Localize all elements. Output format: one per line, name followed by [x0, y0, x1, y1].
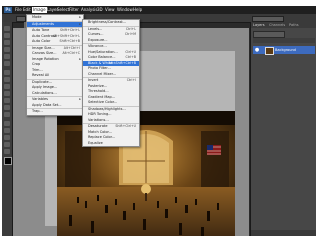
move-tool-icon[interactable] [4, 26, 10, 31]
image-menu: Mode ▸ Adjustments ▸ Auto Tone Shift+Ctrl+L Au… [26, 14, 84, 116]
marquee-tool-icon[interactable] [4, 33, 10, 38]
eraser-tool-icon[interactable] [4, 98, 10, 103]
lock-options [253, 38, 315, 43]
tab-channels[interactable]: Channels [269, 22, 285, 28]
layers-panel-footer [251, 230, 316, 236]
image-menu-item-trap[interactable]: Trap... [27, 108, 83, 115]
menu-view[interactable]: View [104, 7, 116, 13]
layer-name: Background [275, 48, 296, 52]
app-logo: Ps [4, 7, 12, 13]
gradient-tool-icon[interactable] [4, 105, 10, 110]
menu-image[interactable]: Image [32, 7, 47, 13]
panel-tabs: Layers Channels Paths [251, 22, 316, 28]
crop-tool-icon[interactable] [4, 54, 10, 59]
foreground-color-swatch[interactable] [4, 157, 12, 165]
adjust-menu-item-equalize[interactable]: Equalize [83, 141, 139, 147]
layer-thumbnail [265, 47, 274, 55]
tools-panel [2, 22, 13, 236]
menu-bar: Ps File Edit Image Layer Select Filter Analysi… [2, 6, 316, 14]
adjustments-submenu: Brightness/Contrast... Levels... Ctrl+L Cur… [82, 19, 140, 147]
dodge-tool-icon[interactable] [4, 112, 10, 117]
pen-tool-icon[interactable] [4, 121, 10, 126]
eyedropper-tool-icon[interactable] [4, 61, 10, 66]
history-brush-tool-icon[interactable] [4, 91, 10, 96]
hand-tool-icon[interactable] [4, 149, 10, 154]
path-select-tool-icon[interactable] [4, 135, 10, 140]
menu-3d[interactable]: 3D [96, 7, 104, 13]
menu-help[interactable]: Help [132, 7, 143, 13]
type-tool-icon[interactable] [4, 128, 10, 133]
menu-edit[interactable]: Edit [22, 7, 32, 13]
layers-panel: Layers Channels Paths ● Background [250, 22, 316, 236]
tab-layers[interactable]: Layers [253, 22, 265, 28]
menu-filter[interactable]: Filter [68, 7, 80, 13]
eye-icon[interactable]: ● [254, 47, 260, 53]
layer-row[interactable]: ● Background [253, 46, 315, 55]
healing-tool-icon[interactable] [4, 70, 10, 75]
lasso-tool-icon[interactable] [4, 40, 10, 45]
quick-select-tool-icon[interactable] [4, 47, 10, 52]
blend-mode-dropdown[interactable] [253, 31, 285, 38]
tab-paths[interactable]: Paths [289, 22, 299, 28]
clone-stamp-tool-icon[interactable] [4, 84, 10, 89]
shape-tool-icon[interactable] [4, 142, 10, 147]
brush-tool-icon[interactable] [4, 77, 10, 82]
